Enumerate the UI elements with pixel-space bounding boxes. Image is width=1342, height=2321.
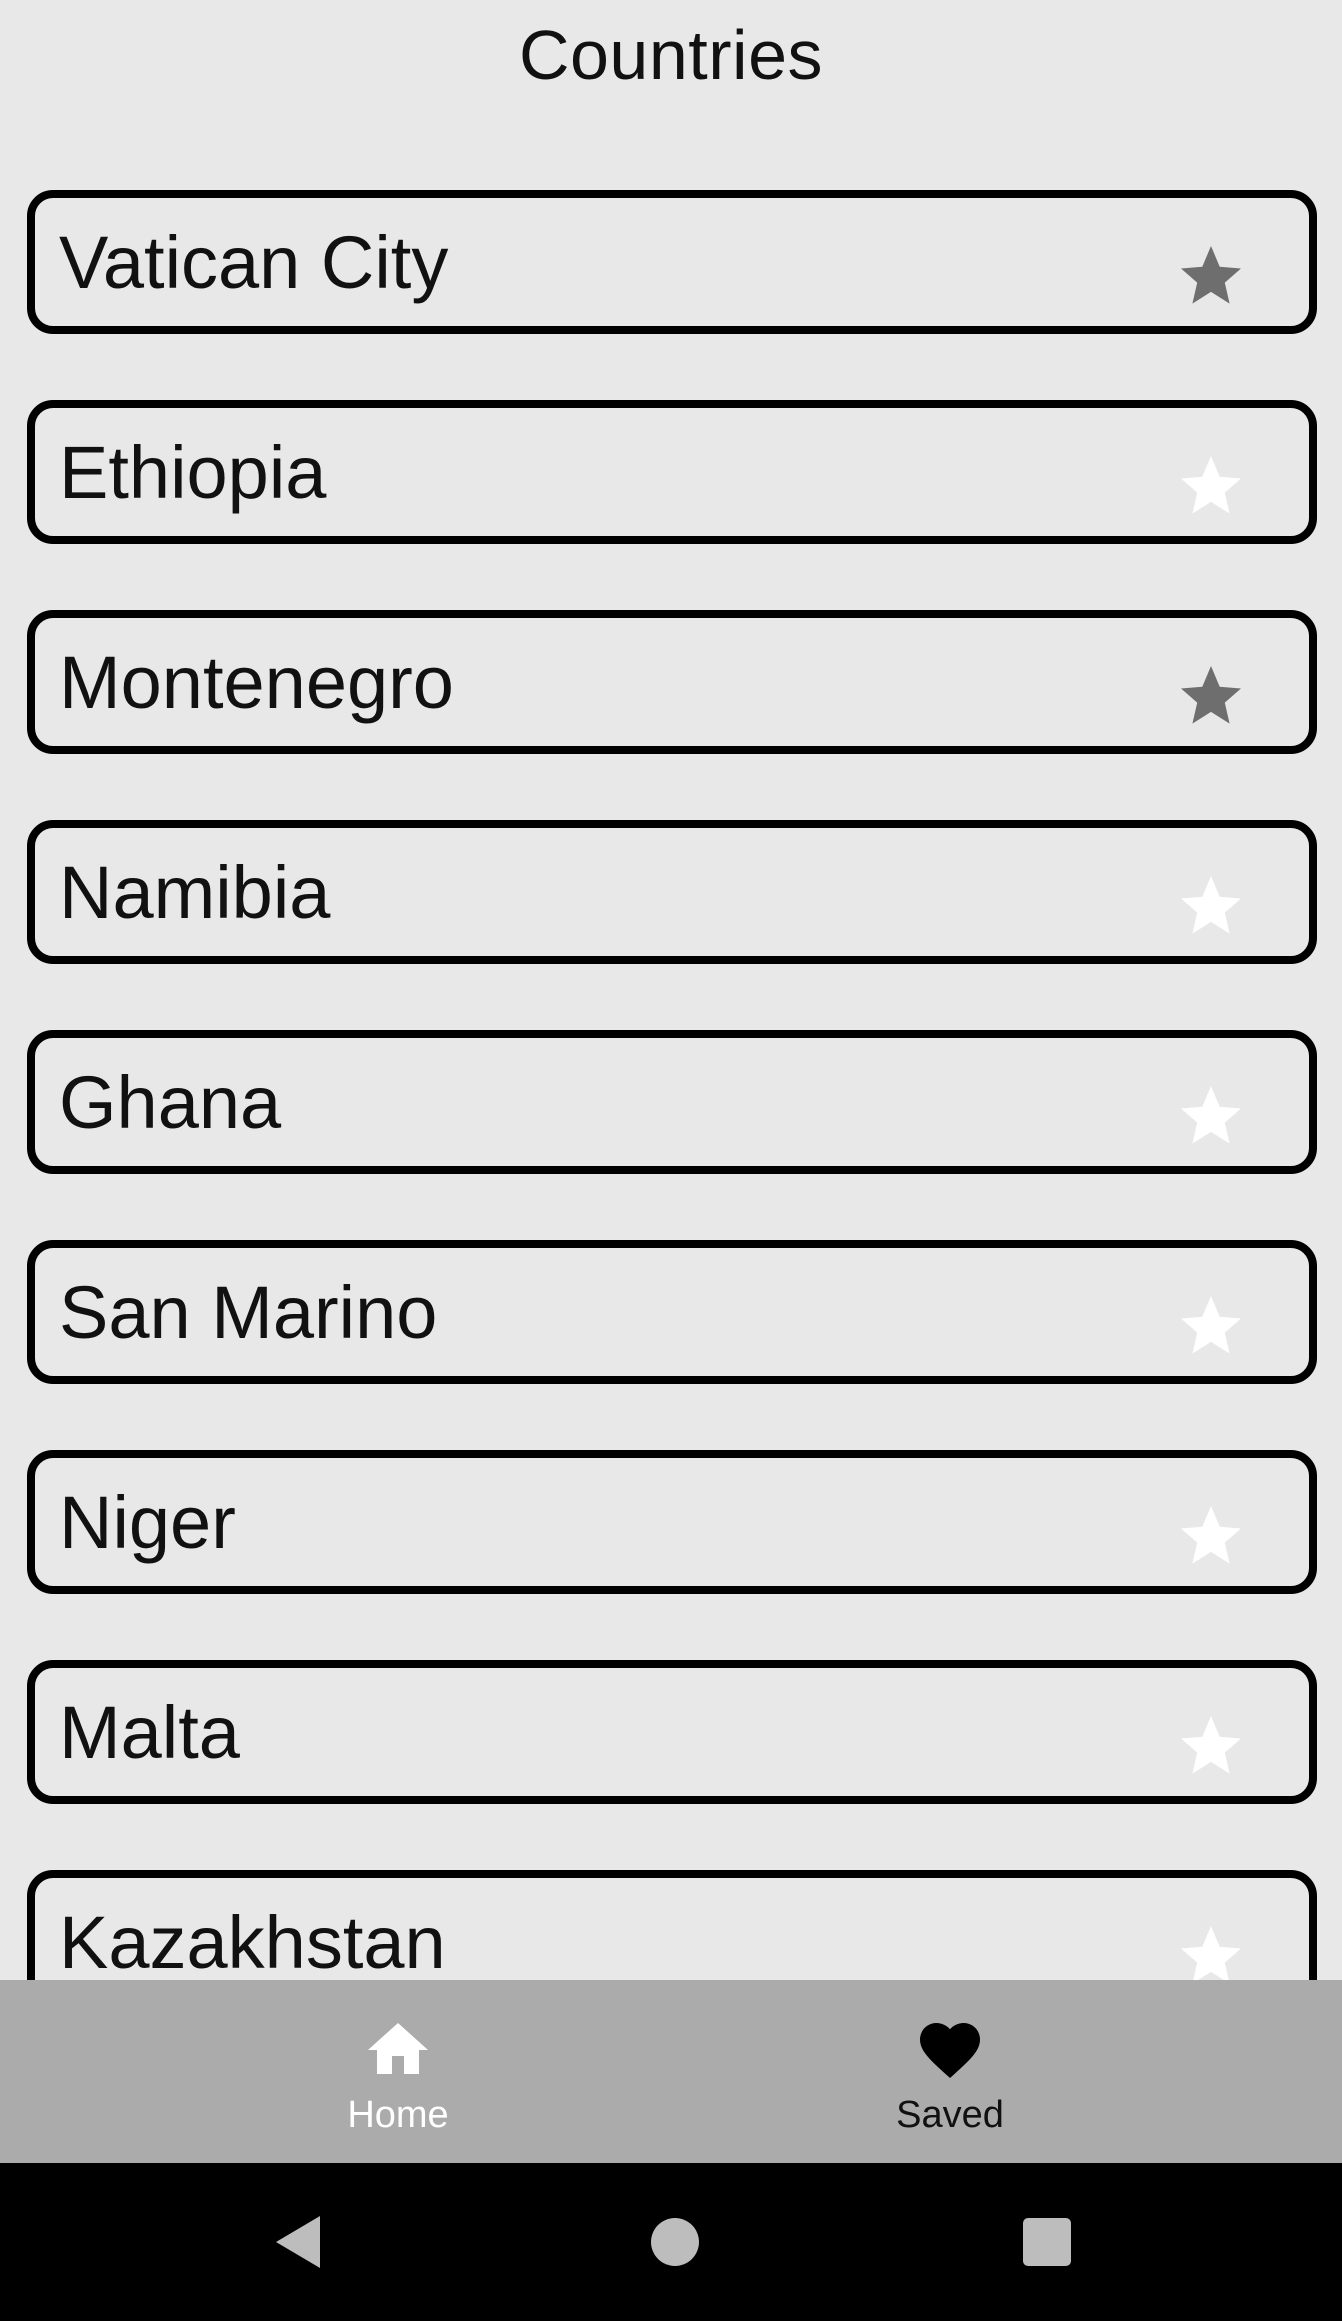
star-icon[interactable] [1175,1920,1247,1980]
country-name: Montenegro [59,640,454,724]
star-icon[interactable] [1175,450,1247,522]
back-icon[interactable] [240,2163,360,2321]
country-card[interactable]: Kazakhstan [27,1870,1317,1980]
nav-saved-label: Saved [896,2094,1004,2136]
country-card[interactable]: Montenegro [27,610,1317,754]
star-icon[interactable] [1175,870,1247,942]
country-name: Ethiopia [59,430,327,514]
nav-home-button[interactable]: Home [268,1980,528,2163]
app-screen: Countries Vatican City Ethiopia Montenegro… [0,0,1342,2321]
country-card[interactable]: Malta [27,1660,1317,1804]
star-icon[interactable] [1175,1710,1247,1782]
country-card[interactable]: Ghana [27,1030,1317,1174]
nav-saved-button[interactable]: Saved [820,1980,1080,2163]
country-name: Namibia [59,850,331,934]
country-name: San Marino [59,1270,438,1354]
star-filled-icon[interactable] [1175,240,1247,312]
country-name: Malta [59,1690,240,1774]
country-name: Vatican City [59,220,449,304]
country-card[interactable]: Namibia [27,820,1317,964]
nav-home-label: Home [347,2094,449,2136]
country-name: Niger [59,1480,236,1564]
page-title: Countries [518,16,824,94]
country-name: Kazakhstan [59,1900,446,1981]
country-card[interactable]: San Marino [27,1240,1317,1384]
home-circle-icon[interactable] [615,2163,735,2321]
recents-icon[interactable] [987,2163,1107,2321]
star-icon[interactable] [1175,1500,1247,1572]
star-filled-icon[interactable] [1175,660,1247,732]
home-icon [362,2014,434,2086]
star-icon[interactable] [1175,1290,1247,1362]
bottom-navigation: Home Saved [0,1980,1342,2163]
country-list[interactable]: Countries Vatican City Ethiopia Montenegro… [0,0,1342,1980]
country-card[interactable]: Niger [27,1450,1317,1594]
system-navigation-bar [0,2163,1342,2321]
country-name: Ghana [59,1060,282,1144]
country-card[interactable]: Ethiopia [27,400,1317,544]
country-card[interactable]: Vatican City [27,190,1317,334]
heart-icon [914,2014,986,2086]
star-icon[interactable] [1175,1080,1247,1152]
